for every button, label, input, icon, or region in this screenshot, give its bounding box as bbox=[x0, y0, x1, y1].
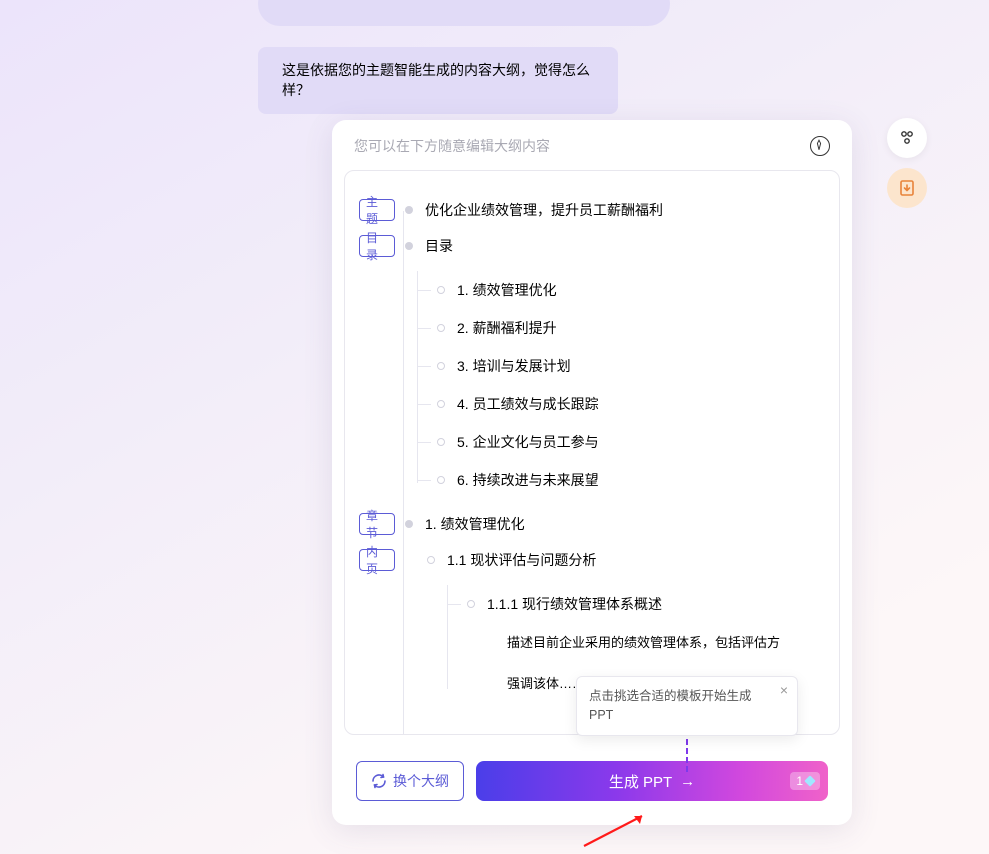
bullet-open-icon bbox=[437, 286, 445, 294]
tag-toc: 目录 bbox=[359, 235, 395, 257]
toc-item[interactable]: 4. 员工绩效与成长跟踪 bbox=[437, 385, 825, 423]
toc-item-label: 3. 培训与发展计划 bbox=[457, 356, 571, 376]
tree-main-line bbox=[403, 211, 404, 734]
assistant-text: 这是依据您的主题智能生成的内容大纲，觉得怎么样？ bbox=[282, 62, 590, 98]
side-group-button[interactable] bbox=[887, 118, 927, 158]
swap-outline-label: 换个大纲 bbox=[393, 771, 449, 791]
refresh-icon bbox=[371, 773, 387, 789]
toc-item[interactable]: 5. 企业文化与员工参与 bbox=[437, 423, 825, 461]
subpage-item[interactable]: 1.1.1 现行绩效管理体系概述 bbox=[467, 585, 825, 623]
cost-number: 1 bbox=[796, 774, 803, 788]
previous-bubble bbox=[258, 0, 670, 26]
page-title[interactable]: 1.1 现状评估与问题分析 bbox=[447, 550, 596, 570]
toc-title[interactable]: 目录 bbox=[425, 236, 453, 256]
side-doc-button[interactable] bbox=[887, 168, 927, 208]
chapter-row[interactable]: 章节 1. 绩效管理优化 bbox=[359, 513, 825, 535]
topic-row[interactable]: 主题 优化企业绩效管理，提升员工薪酬福利 bbox=[359, 199, 825, 221]
assistant-bubble: 这是依据您的主题智能生成的内容大纲，觉得怎么样？ bbox=[258, 47, 618, 114]
panel-header: 您可以在下方随意编辑大纲内容 bbox=[332, 120, 852, 170]
toc-item-label: 2. 薪酬福利提升 bbox=[457, 318, 557, 338]
bullet-open-icon bbox=[467, 600, 475, 608]
diamond-icon bbox=[804, 775, 815, 786]
toc-item-label: 5. 企业文化与员工参与 bbox=[457, 432, 599, 452]
branch-line bbox=[447, 585, 448, 689]
toc-item-label: 4. 员工绩效与成长跟踪 bbox=[457, 394, 599, 414]
tag-topic: 主题 bbox=[359, 199, 395, 221]
paragraph-text[interactable]: 描述目前企业采用的绩效管理体系，包括评估方 bbox=[467, 623, 825, 664]
toc-item-label: 1. 绩效管理优化 bbox=[457, 280, 557, 300]
toc-item[interactable]: 2. 薪酬福利提升 bbox=[437, 309, 825, 347]
tag-chapter: 章节 bbox=[359, 513, 395, 535]
compass-icon[interactable] bbox=[810, 136, 830, 156]
arrow-right-icon: → bbox=[680, 773, 695, 790]
toc-item[interactable]: 6. 持续改进与未来展望 bbox=[437, 461, 825, 499]
bullet-open-icon bbox=[437, 324, 445, 332]
tooltip: × 点击挑选合适的模板开始生成PPT bbox=[576, 676, 798, 736]
branch-line bbox=[417, 271, 418, 483]
toc-item[interactable]: 1. 绩效管理优化 bbox=[437, 271, 825, 309]
page-row[interactable]: 内页 1.1 现状评估与问题分析 bbox=[359, 549, 825, 571]
toc-list: 1. 绩效管理优化 2. 薪酬福利提升 3. 培训与发展计划 4. 员工绩效与成… bbox=[437, 271, 825, 499]
bullet-open-icon bbox=[437, 362, 445, 370]
outline-box: 主题 优化企业绩效管理，提升员工薪酬福利 目录 目录 1. 绩效管理优化 2. … bbox=[344, 170, 840, 735]
bullet-icon bbox=[405, 206, 413, 214]
cost-badge: 1 bbox=[790, 772, 820, 790]
panel-header-hint: 您可以在下方随意编辑大纲内容 bbox=[354, 136, 550, 156]
bottom-bar: 换个大纲 生成 PPT → 1 bbox=[332, 747, 852, 825]
close-icon[interactable]: × bbox=[777, 683, 791, 697]
subpage-label: 1.1.1 现行绩效管理体系概述 bbox=[487, 594, 662, 614]
generate-ppt-label: 生成 PPT bbox=[609, 771, 672, 792]
bullet-open-icon bbox=[437, 476, 445, 484]
tooltip-connector bbox=[686, 730, 688, 772]
swap-outline-button[interactable]: 换个大纲 bbox=[356, 761, 464, 801]
bullet-open-icon bbox=[427, 556, 435, 564]
topic-title[interactable]: 优化企业绩效管理，提升员工薪酬福利 bbox=[425, 200, 663, 220]
generate-ppt-button[interactable]: 生成 PPT → 1 bbox=[476, 761, 828, 801]
tag-page: 内页 bbox=[359, 549, 395, 571]
bullet-open-icon bbox=[437, 438, 445, 446]
tooltip-text: 点击挑选合适的模板开始生成PPT bbox=[589, 689, 752, 722]
chapter-title[interactable]: 1. 绩效管理优化 bbox=[425, 514, 525, 534]
document-download-icon bbox=[897, 178, 917, 198]
toc-item-label: 6. 持续改进与未来展望 bbox=[457, 470, 599, 490]
bullet-open-icon bbox=[437, 400, 445, 408]
toc-row[interactable]: 目录 目录 bbox=[359, 235, 825, 257]
bullet-icon bbox=[405, 242, 413, 250]
group-icon bbox=[897, 128, 917, 148]
toc-item[interactable]: 3. 培训与发展计划 bbox=[437, 347, 825, 385]
bullet-icon bbox=[405, 520, 413, 528]
